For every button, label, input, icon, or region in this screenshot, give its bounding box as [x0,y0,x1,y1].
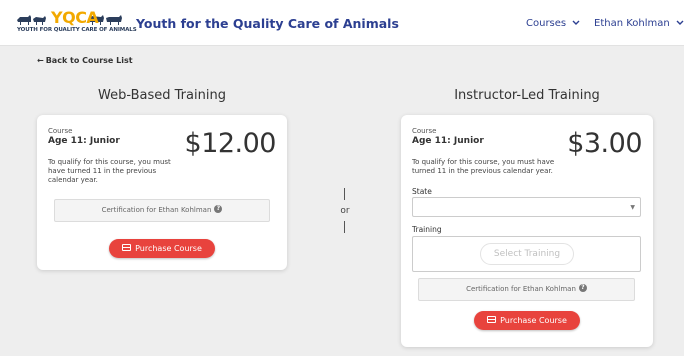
purchase-button-label: Purchase Course [135,244,202,253]
course-name: Age 11: Junior [48,136,120,146]
chevron-down-icon [676,18,684,29]
divider-line-top [344,188,345,200]
nav-user-menu[interactable]: Ethan Kohlman [594,18,684,29]
state-label: State [412,187,432,196]
help-icon[interactable]: ? [214,205,223,213]
nav-courses-label: Courses [526,18,567,29]
course-price: $3.00 [567,128,642,159]
certification-label: Certification for Ethan Kohlman [466,285,576,293]
arrow-left-icon: ← [37,56,44,65]
purchase-course-button[interactable]: Purchase Course [109,239,215,258]
top-navbar: YQCA YOUTH FOR QUALITY CARE OF ANIMALS Y… [0,0,684,46]
instructor-led-training-heading: Instructor-Led Training [454,88,600,103]
chevron-down-icon [572,18,580,29]
credit-card-icon [487,316,497,323]
nav-user-label: Ethan Kohlman [594,18,670,29]
certification-box: Certification for Ethan Kohlman? [418,278,635,301]
back-to-course-list-link[interactable]: ← Back to Course List [37,56,133,65]
web-based-course-card: Course Age 11: Junior $12.00 To qualify … [37,115,287,270]
training-label: Training [412,225,442,234]
back-link-label: Back to Course List [45,56,133,65]
state-select[interactable]: ▼ [412,197,641,217]
instructor-led-course-card: Course Age 11: Junior $3.00 To qualify f… [401,115,653,347]
course-name: Age 11: Junior [412,136,484,146]
logo-wordmark: YQCA [51,8,99,27]
course-description: To qualify for this course, you must hav… [412,158,555,175]
credit-card-icon [122,244,132,251]
course-label: Course [412,127,437,135]
divider-line-bottom [344,221,345,233]
yqca-logo[interactable]: YQCA YOUTH FOR QUALITY CARE OF ANIMALS [17,8,137,35]
certification-box: Certification for Ethan Kohlman? [54,199,270,222]
or-label: or [340,206,350,216]
course-description: To qualify for this course, you must hav… [48,158,171,184]
training-picker: Select Training [412,236,641,272]
certification-label: Certification for Ethan Kohlman [101,206,212,214]
course-label: Course [48,127,73,135]
purchase-button-label: Purchase Course [500,316,567,325]
caret-down-icon: ▼ [630,204,635,211]
purchase-course-button[interactable]: Purchase Course [474,311,580,330]
nav-courses-menu[interactable]: Courses [526,18,580,29]
web-based-training-heading: Web-Based Training [98,88,226,103]
select-training-button[interactable]: Select Training [480,243,574,265]
help-icon[interactable]: ? [578,284,587,292]
course-price: $12.00 [184,128,277,159]
logo-tagline: YOUTH FOR QUALITY CARE OF ANIMALS [17,27,137,33]
site-title[interactable]: Youth for the Quality Care of Animals [136,16,399,31]
